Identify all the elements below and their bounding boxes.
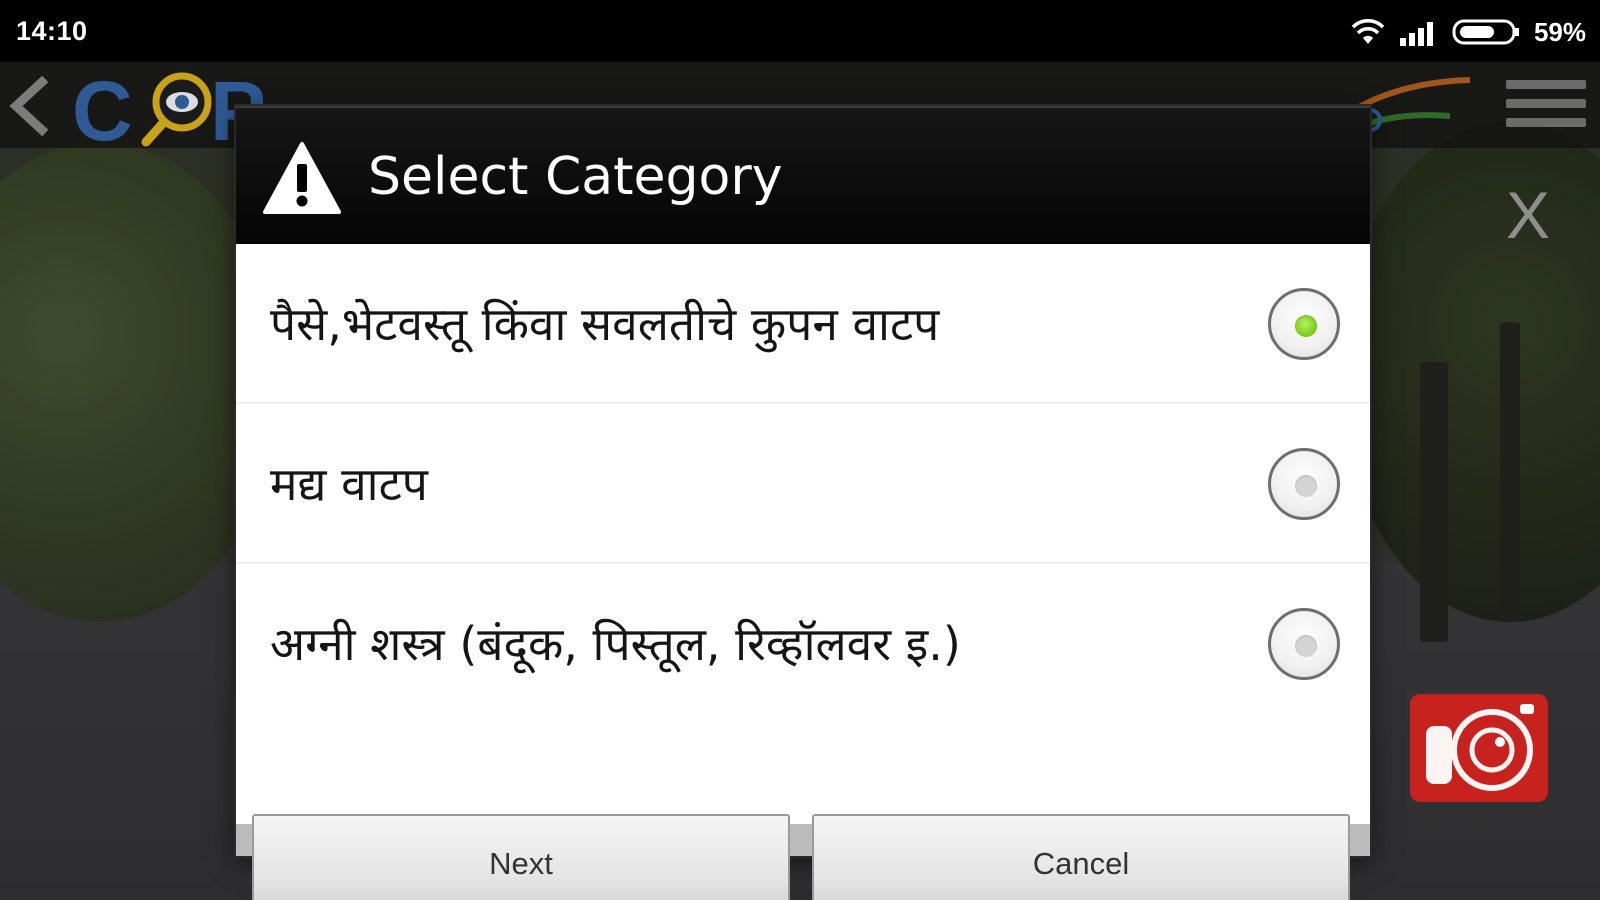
select-category-dialog: Select Category पैसे,भेटवस्तू किंवा सवलत…	[236, 106, 1370, 900]
menu-icon[interactable]	[1506, 80, 1586, 136]
radio-dot	[1295, 315, 1317, 337]
battery-percent: 59%	[1533, 16, 1586, 47]
battery-icon	[1452, 19, 1519, 45]
status-icons: 59%	[1350, 14, 1586, 50]
back-icon[interactable]	[8, 76, 48, 136]
radio-dot	[1295, 635, 1317, 657]
radio-button[interactable]	[1268, 608, 1340, 680]
camera-icon	[1426, 704, 1534, 791]
dialog-header: Select Category	[236, 106, 1370, 244]
option-label: मद्य वाटप	[270, 457, 428, 511]
signal-icon	[1399, 22, 1433, 46]
radio-button-checked[interactable]	[1268, 288, 1340, 360]
camera-button[interactable]	[1410, 694, 1548, 802]
svg-text:C: C	[72, 64, 133, 148]
category-option-liquor[interactable]: मद्य वाटप	[236, 404, 1370, 564]
category-option-weapons[interactable]: अग्नी शस्त्र (बंदूक, पिस्तूल, रिव्हॉलवर …	[236, 564, 1370, 724]
close-button[interactable]: X	[1498, 180, 1558, 250]
cancel-button[interactable]: Cancel	[812, 814, 1350, 900]
wifi-icon	[1351, 19, 1385, 44]
option-label: पैसे,भेटवस्तू किंवा सवलतीचे कुपन वाटप	[270, 297, 940, 351]
category-list: पैसे,भेटवस्तू किंवा सवलतीचे कुपन वाटप मद…	[236, 244, 1370, 824]
category-option-money[interactable]: पैसे,भेटवस्तू किंवा सवलतीचे कुपन वाटप	[236, 244, 1370, 404]
option-label: अग्नी शस्त्र (बंदूक, पिस्तूल, रिव्हॉलवर …	[270, 617, 961, 671]
warning-icon	[263, 142, 341, 214]
status-bar: 14:10 59%	[0, 0, 1600, 62]
radio-dot	[1295, 475, 1317, 497]
dialog-footer: Next Cancel	[236, 814, 1370, 900]
next-button[interactable]: Next	[252, 814, 790, 900]
radio-button[interactable]	[1268, 448, 1340, 520]
status-time: 14:10	[16, 16, 88, 46]
dialog-title: Select Category	[368, 147, 783, 207]
